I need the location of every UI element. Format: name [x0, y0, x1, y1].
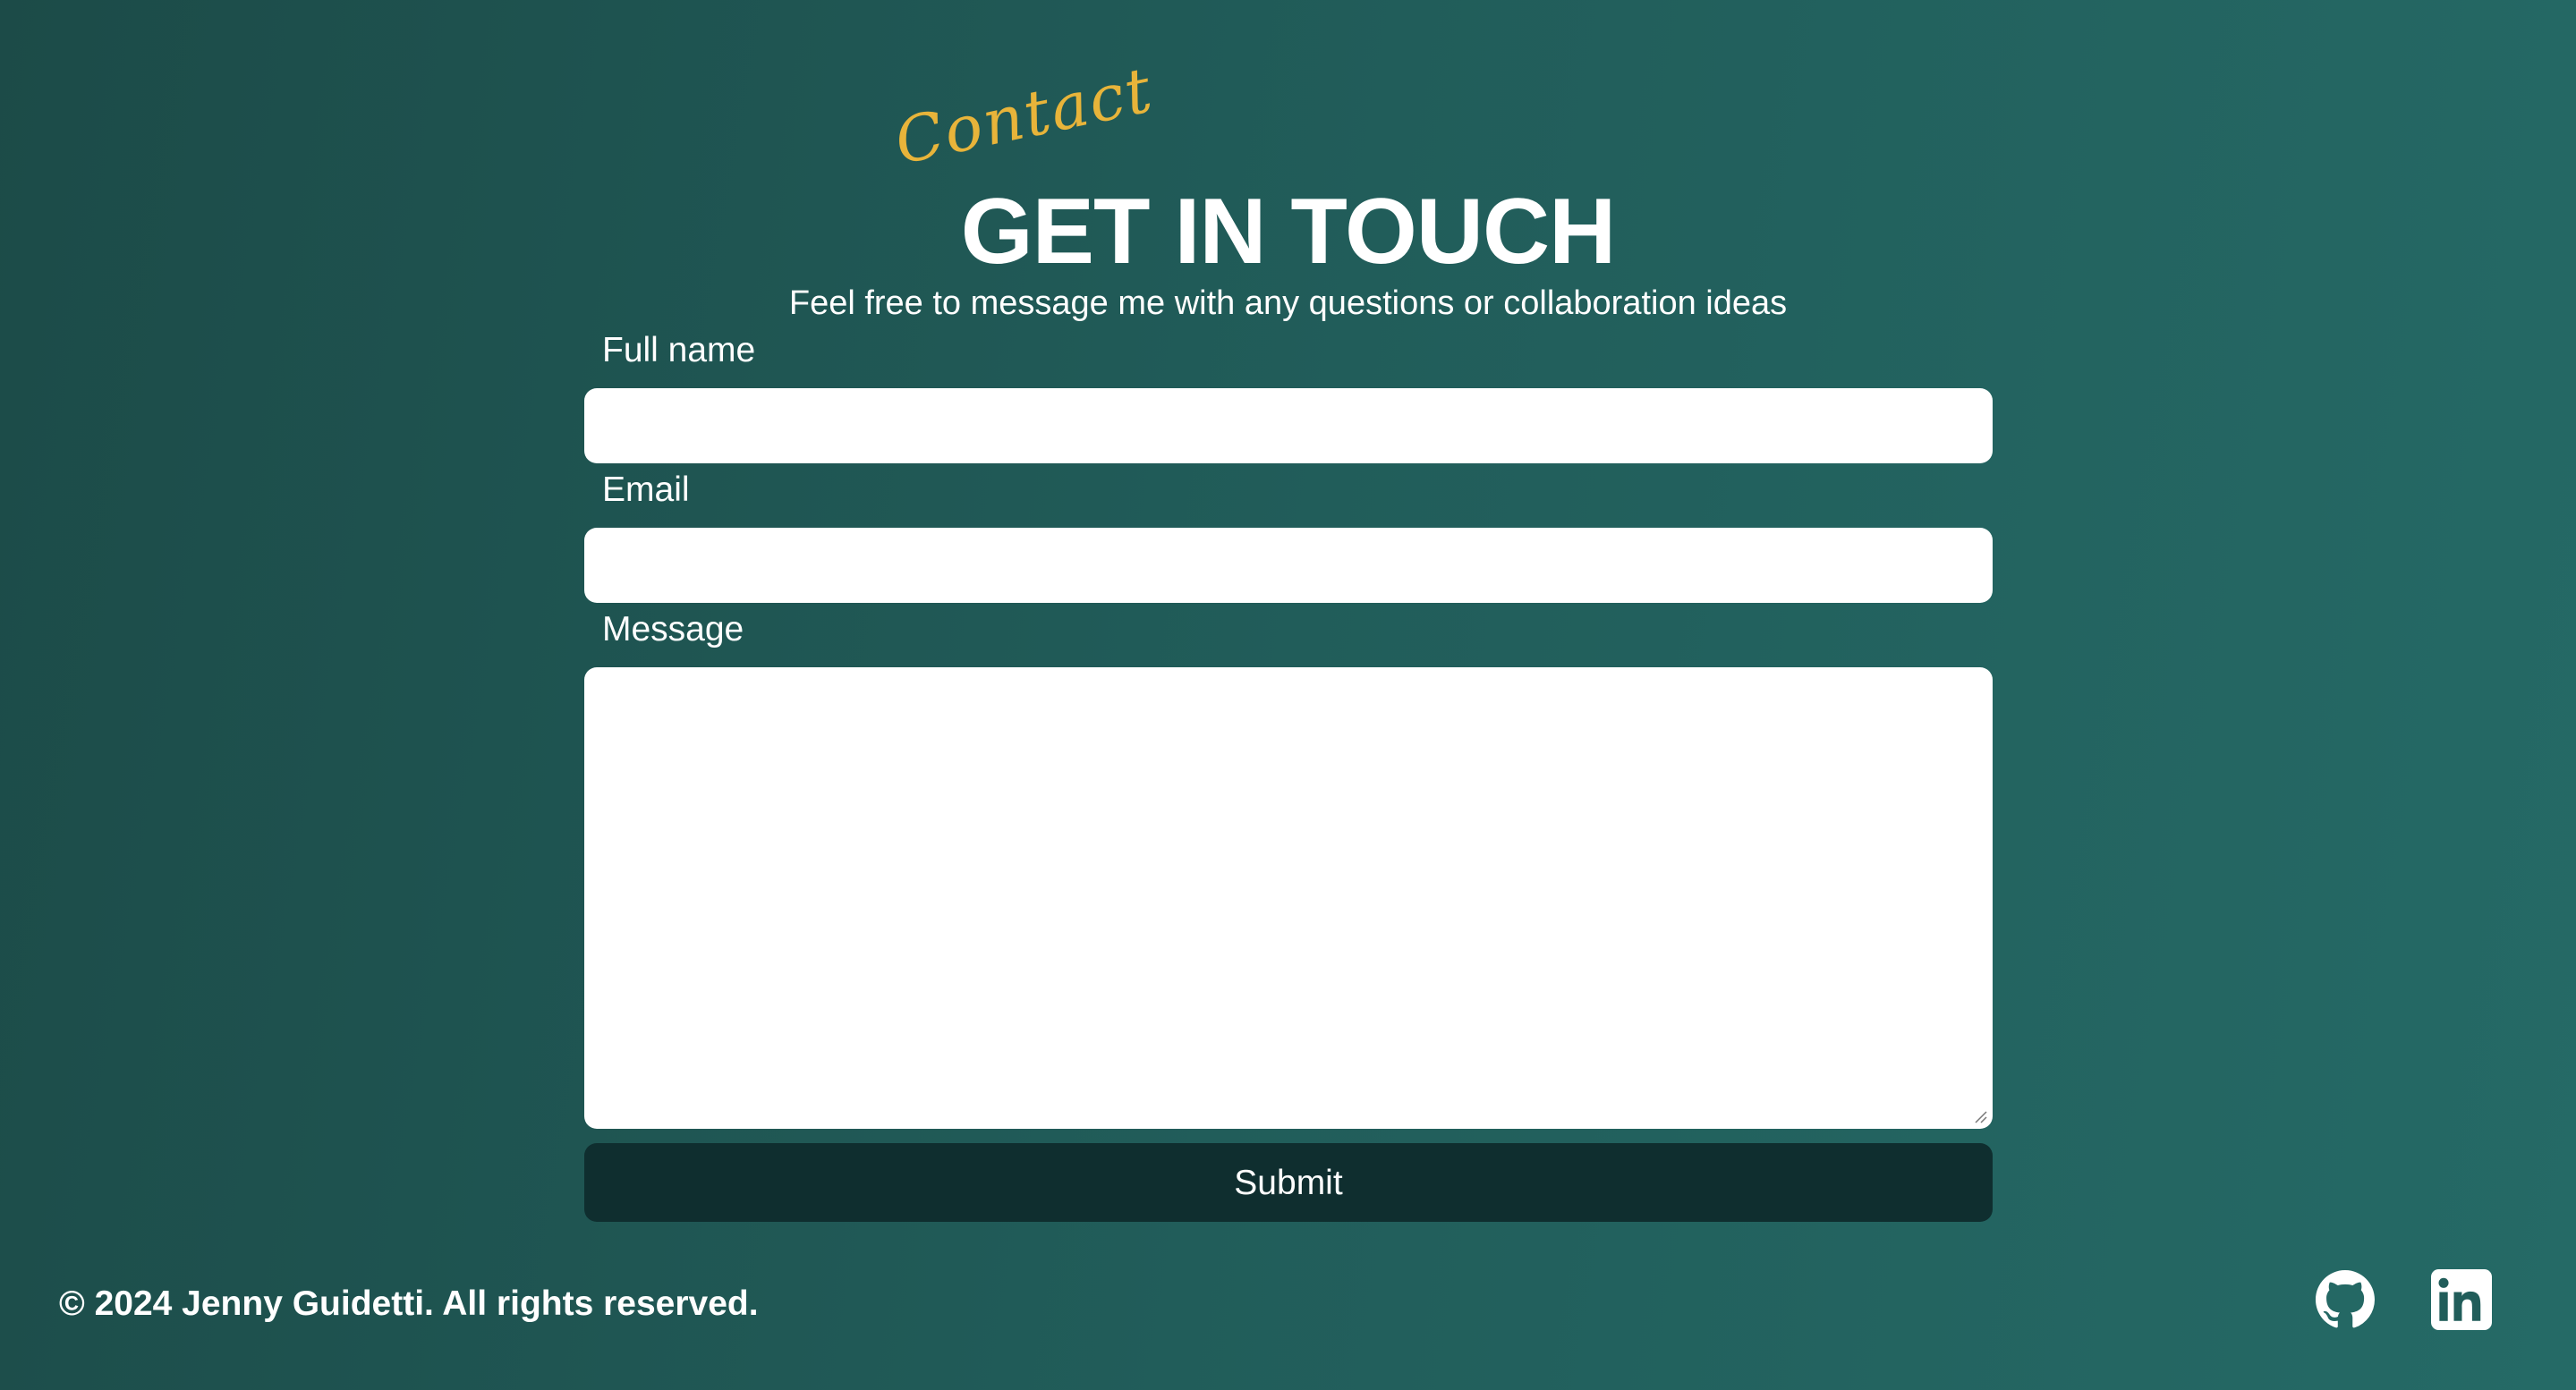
- email-input[interactable]: [584, 528, 1993, 603]
- contact-form: Full name Email Message Submit: [584, 324, 1993, 1222]
- message-wrapper: [584, 667, 1993, 1129]
- github-link[interactable]: [2314, 1268, 2376, 1331]
- page-title: GET IN TOUCH: [960, 180, 1616, 284]
- full-name-label: Full name: [602, 331, 756, 369]
- github-icon: [2316, 1270, 2375, 1328]
- submit-button[interactable]: Submit: [584, 1143, 1993, 1222]
- footer-copyright: © 2024 Jenny Guidetti. All rights reserv…: [59, 1284, 759, 1323]
- section-script-label: Contact: [888, 53, 1160, 179]
- linkedin-icon: [2431, 1269, 2492, 1330]
- resize-handle-icon[interactable]: [1973, 1109, 1987, 1123]
- message-textarea[interactable]: [584, 667, 1993, 1129]
- full-name-input[interactable]: [584, 388, 1993, 463]
- linkedin-link[interactable]: [2430, 1268, 2493, 1331]
- message-label: Message: [602, 610, 744, 648]
- email-label: Email: [602, 470, 690, 509]
- contact-page: Contact GET IN TOUCH Feel free to messag…: [0, 0, 2576, 1390]
- page-subtitle: Feel free to message me with any questio…: [788, 284, 1788, 322]
